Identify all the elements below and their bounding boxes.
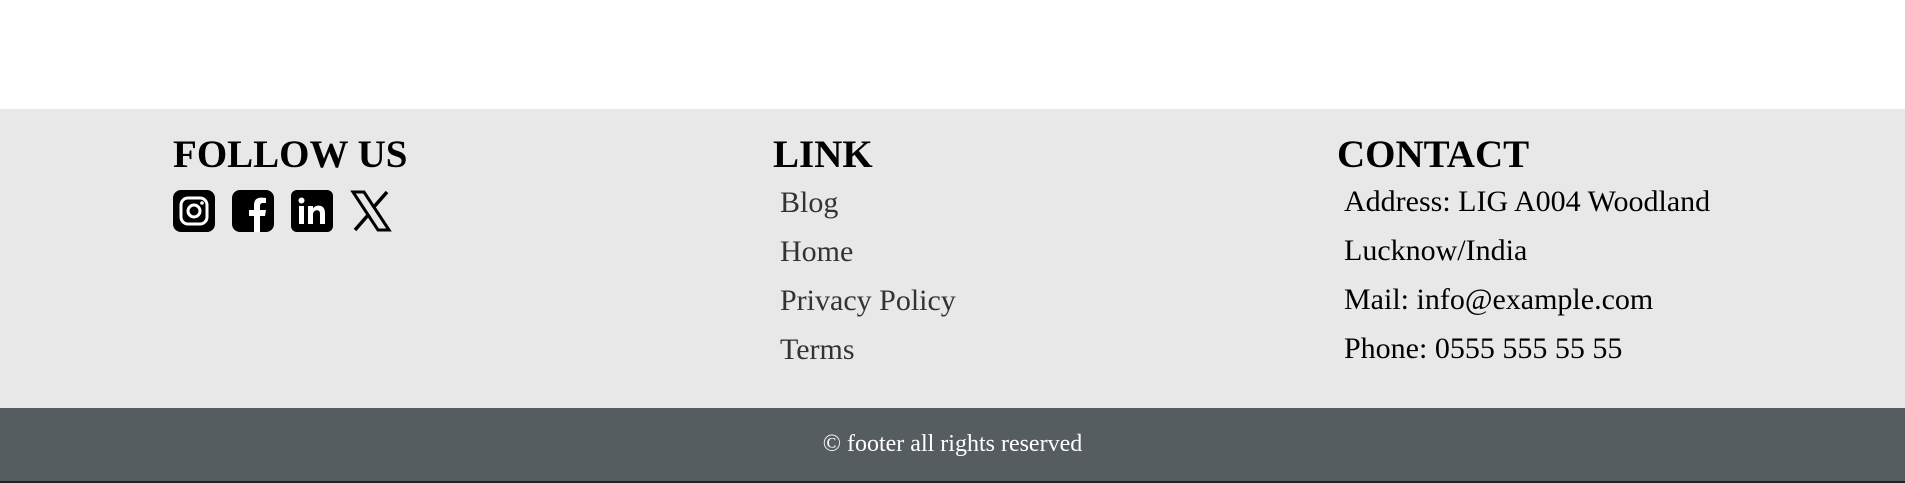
link-item: Home	[780, 228, 956, 277]
x-twitter-icon[interactable]	[350, 190, 392, 232]
terms-link[interactable]: Terms	[780, 333, 855, 366]
contact-column: CONTACT Address: LIG A004 Woodland Luckn…	[1337, 109, 1710, 374]
privacy-policy-link[interactable]: Privacy Policy	[780, 284, 956, 317]
contact-mail: Mail: info@example.com	[1344, 283, 1654, 316]
contact-address-line-1: Address: LIG A004 Woodland	[1344, 185, 1711, 218]
contact-phone: Phone: 0555 555 55 55	[1344, 332, 1623, 365]
link-item: Privacy Policy	[780, 277, 956, 326]
link-column: LINK Blog Home Privacy Policy Terms	[773, 109, 956, 375]
contact-list: Address: LIG A004 Woodland Lucknow/India…	[1344, 178, 1710, 374]
social-icons-row	[173, 190, 407, 232]
link-heading: LINK	[773, 133, 873, 176]
facebook-icon[interactable]	[232, 190, 274, 232]
home-link[interactable]: Home	[780, 235, 853, 268]
follow-us-column: FOLLOW US	[173, 109, 407, 232]
contact-address-line-2: Lucknow/India	[1344, 234, 1528, 267]
page: FOLLOW US LINK Blog Home Privacy Policy …	[0, 0, 1905, 483]
copyright-text: © footer all rights reserved	[822, 431, 1083, 457]
instagram-icon[interactable]	[173, 190, 215, 232]
link-item: Blog	[780, 179, 956, 228]
contact-heading: CONTACT	[1337, 133, 1530, 176]
link-list: Blog Home Privacy Policy Terms	[780, 179, 956, 375]
blog-link[interactable]: Blog	[780, 186, 838, 219]
link-item: Terms	[780, 326, 956, 375]
footer-main: FOLLOW US LINK Blog Home Privacy Policy …	[0, 109, 1905, 408]
follow-us-heading: FOLLOW US	[173, 133, 408, 176]
footer-bottom-bar: © footer all rights reserved	[0, 408, 1905, 483]
linkedin-icon[interactable]	[291, 190, 333, 232]
